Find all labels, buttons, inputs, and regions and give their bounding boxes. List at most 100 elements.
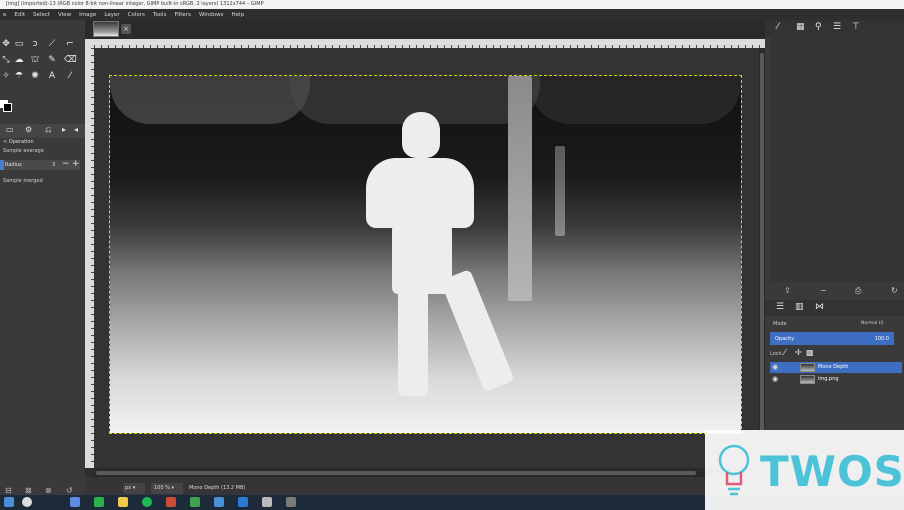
layer-name[interactable]: img.png (818, 376, 839, 382)
sheets-icon[interactable] (190, 497, 200, 507)
layers-tab-icon[interactable]: ☰ (776, 302, 784, 312)
menu-item-file[interactable]: e (3, 12, 6, 18)
restore-options-icon[interactable]: ⊠ (25, 486, 32, 495)
sample-merged-checkbox[interactable]: Sample merged (3, 178, 43, 184)
vscode-icon[interactable] (238, 497, 248, 507)
radius-decrement-button[interactable]: − (62, 159, 70, 169)
color-picker-icon[interactable]: ⁄ (64, 70, 76, 82)
image-person-right-leg (440, 269, 515, 393)
folder-icon[interactable] (118, 497, 128, 507)
dodge-icon[interactable]: ✺ (29, 70, 41, 82)
menu-item-tools[interactable]: Tools (153, 12, 167, 18)
remove-icon[interactable]: − (820, 286, 827, 295)
save-options-icon[interactable]: ⊟ (5, 486, 12, 495)
templates-tab-icon[interactable]: ⊤ (852, 22, 860, 32)
gimp-taskbar-icon[interactable] (286, 497, 296, 507)
image-canopy-left (110, 76, 310, 124)
image-person-head (402, 112, 440, 158)
image-tab-thumbnail[interactable] (93, 21, 119, 37)
paintbrush-icon[interactable]: ✎ (46, 54, 58, 66)
mode-dropdown[interactable]: Normal (l) (861, 321, 883, 326)
brushes-tab-icon[interactable]: ⁄ (777, 22, 779, 32)
layer-thumbnail (800, 375, 815, 384)
depth-map-image[interactable] (109, 75, 742, 434)
edge-icon[interactable] (94, 497, 104, 507)
delete-options-icon[interactable]: ⊗ (45, 486, 52, 495)
layer-row-img[interactable]: ◉ img.png (770, 374, 902, 385)
eraser-icon[interactable]: ⌫ (64, 54, 77, 66)
radius-spinner[interactable]: Radius 3 − + (0, 159, 80, 170)
undo-history-tab-icon[interactable]: ⎌ (45, 125, 51, 135)
image-canopy-right (530, 76, 741, 124)
rect-select-icon[interactable]: ▭ (13, 38, 25, 50)
settings-icon[interactable] (262, 497, 272, 507)
channels-tab-icon[interactable]: ▥ (795, 302, 804, 312)
lock-pixels-icon[interactable]: ⁄ (784, 348, 785, 357)
menu-item-filters[interactable]: Filters (174, 12, 191, 18)
menu-item-select[interactable]: Select (33, 12, 50, 18)
text-icon[interactable]: A (46, 70, 58, 82)
menu-item-edit[interactable]: Edit (14, 12, 25, 18)
vertical-scroll-thumb[interactable] (760, 53, 764, 433)
horizontal-scrollbar[interactable] (94, 468, 759, 477)
taskbar-app-icon[interactable] (70, 497, 80, 507)
patterns-tab-icon[interactable]: ▦ (796, 22, 805, 32)
layer-row-mono-depth[interactable]: ◉ Mono Depth (770, 362, 902, 373)
mode-label: Mode (773, 321, 787, 327)
foreground-color[interactable] (3, 103, 12, 112)
spotify-icon[interactable] (142, 497, 152, 507)
lock-label: Lock: (770, 351, 784, 357)
visibility-eye-icon[interactable]: ◉ (772, 363, 778, 371)
image-tree-trunk (508, 76, 532, 301)
lock-position-icon[interactable]: ✛ (795, 348, 802, 357)
move-tool-icon[interactable]: ✥ (0, 38, 12, 50)
menu-item-image[interactable]: Image (79, 12, 96, 18)
layer-name[interactable]: Mono Depth (818, 364, 848, 370)
menu-item-colors[interactable]: Colors (128, 12, 145, 18)
open-icon[interactable]: ⇪ (784, 286, 791, 295)
search-icon[interactable] (22, 497, 32, 507)
device-status-tab-icon[interactable]: ⚙ (25, 125, 32, 134)
tool-options-tab-icon[interactable]: ▭ (6, 125, 14, 134)
horizontal-scroll-thumb[interactable] (96, 471, 696, 475)
visibility-eye-icon[interactable]: ◉ (772, 375, 778, 383)
refresh-icon[interactable]: ↻ (891, 286, 898, 295)
store-icon[interactable] (166, 497, 176, 507)
unit-selector[interactable]: px ▾ (123, 483, 145, 494)
menu-item-help[interactable]: Help (232, 12, 245, 18)
menu-item-layer[interactable]: Layer (104, 12, 119, 18)
crop-icon[interactable]: ⌐ (64, 38, 76, 50)
image-tab-strip (85, 20, 765, 39)
zoom-value: 100 % (154, 485, 170, 491)
menu-item-windows[interactable]: Windows (199, 12, 224, 18)
panel-menu-icon[interactable]: ◂ (74, 125, 78, 134)
start-icon[interactable] (4, 497, 14, 507)
radius-increment-button[interactable]: + (72, 159, 80, 169)
browser-icon[interactable] (214, 497, 224, 507)
opacity-slider[interactable]: Opacity 100.0 (770, 332, 894, 345)
lock-alpha-icon[interactable]: ▩ (806, 348, 814, 357)
clone-icon[interactable]: ✧ (0, 70, 12, 82)
document-history-tab-icon[interactable]: ☰ (833, 22, 841, 32)
transform-icon[interactable]: ⤡ (0, 54, 12, 66)
opacity-value[interactable]: 100.0 (875, 336, 889, 342)
images-tab-icon[interactable]: ▸ (62, 125, 66, 134)
ruler-corner[interactable] (85, 39, 94, 48)
zoom-selector[interactable]: 100 % ▾ (151, 483, 183, 494)
warp-icon[interactable]: ☁ (13, 54, 25, 66)
reset-options-icon[interactable]: ↺ (66, 486, 73, 495)
menu-item-view[interactable]: View (58, 12, 71, 18)
vertical-ruler[interactable] (85, 48, 94, 468)
fuzzy-select-icon[interactable]: ⟋ (46, 38, 58, 50)
print-icon[interactable]: ⎙ (855, 286, 861, 296)
smudge-icon[interactable]: ☂ (13, 70, 25, 82)
radius-label: Radius (5, 162, 22, 168)
horizontal-ruler[interactable] (94, 39, 765, 48)
bucket-fill-icon[interactable]: ⛫ (29, 54, 41, 66)
lasso-icon[interactable]: ↄ (29, 38, 41, 50)
radius-value[interactable]: 3 (52, 162, 55, 168)
fonts-tab-icon[interactable]: ⚲ (815, 22, 822, 32)
paths-tab-icon[interactable]: ⋈ (815, 302, 824, 312)
status-bar (85, 477, 765, 495)
close-tab-icon[interactable]: × (121, 24, 131, 34)
